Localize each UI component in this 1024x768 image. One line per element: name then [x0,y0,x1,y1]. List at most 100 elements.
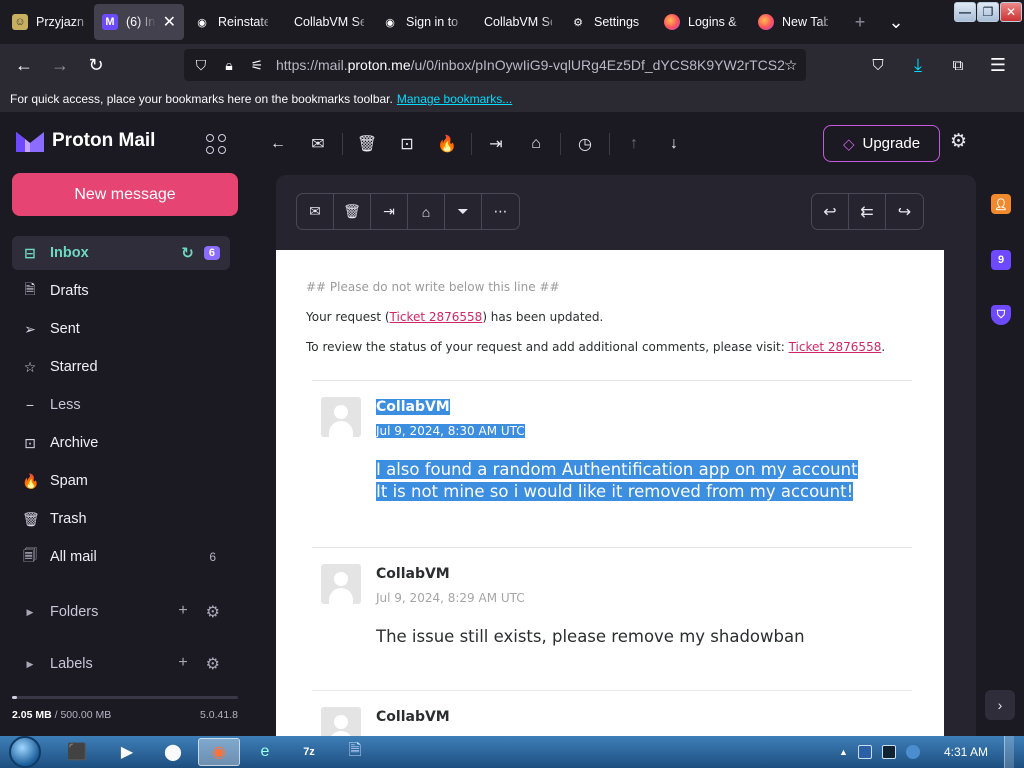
reload-button[interactable]: ↻ [78,49,114,81]
minimize-button[interactable]: — [954,2,976,22]
mark-unread-icon[interactable]: ✉ [298,126,338,162]
lock-icon[interactable]: 🔒︎ [220,57,238,74]
previous-message-icon[interactable]: ↑ [614,126,654,162]
settings-gear-icon[interactable]: ⚙ [950,130,967,153]
ticket-link[interactable]: Ticket 2876558 [390,310,483,324]
sidebar-item-trash[interactable]: 🗑 Trash [12,502,230,536]
reply-icon[interactable]: ↩ [812,194,849,229]
email-body: ## Please do not write below this line #… [276,250,944,736]
drafts-icon: 🗎 [24,281,36,297]
sidebar-item-sent[interactable]: ➢ Sent [12,312,230,346]
folders-section[interactable]: ▶ Folders + ⚙ [12,597,230,627]
forward-icon[interactable]: ↪ [886,194,923,229]
manage-bookmarks-link[interactable]: Manage bookmarks... [397,92,512,106]
close-tab-icon[interactable]: ✕ [163,12,176,32]
mark-unread-icon[interactable]: ✉ [297,194,334,229]
add-label-icon[interactable]: + [178,654,187,674]
comment-date: Jul 9, 2024, 8:30 AM UTC [376,424,525,438]
restore-button[interactable]: ❐ [977,2,999,22]
media-player-icon[interactable]: ▶ [106,738,148,766]
browser-tab[interactable]: CollabVM Se [278,4,372,40]
upgrade-button[interactable]: ◇ Upgrade [823,125,940,162]
sidebar-item-label: Less [50,397,81,413]
internet-explorer-icon[interactable]: e [244,738,286,766]
browser-tab[interactable]: New Tab [750,4,836,40]
review-status-text: To review the status of your request and… [306,340,886,354]
refresh-icon[interactable]: ↻ [181,244,194,262]
move-to-icon[interactable]: ⇥ [476,126,516,162]
sidebar-item-all-mail[interactable]: 🗐 All mail 6 [12,540,230,574]
close-window-button[interactable]: ✕ [1000,2,1022,22]
menu-icon[interactable]: ☰ [980,49,1016,81]
reply-all-icon[interactable]: ⇇ [849,194,886,229]
start-button[interactable] [4,736,46,768]
bookmark-star-icon[interactable]: ☆ [782,57,800,74]
expand-rail-icon[interactable]: › [985,690,1015,720]
trash-icon[interactable]: 🗑 [347,126,387,162]
tracking-protection-icon[interactable]: ⛉ [192,57,210,74]
7zip-icon[interactable]: 7z [288,738,330,766]
label-icon[interactable]: ⌂ [516,126,556,162]
taskbar-app-icon[interactable]: ⬤ [152,738,194,766]
comment-date: Jul 9, 2024, 8:29 AM UTC [376,591,525,605]
archive-icon[interactable]: ⊡ [387,126,427,162]
new-tab-button[interactable]: + [842,6,878,38]
calendar-icon[interactable]: 9 [991,250,1011,270]
security-shield-icon[interactable]: ⛉ [991,305,1011,325]
notepad-icon[interactable]: 🗎 [334,738,376,766]
browser-tab[interactable]: ☺Przyjazny [4,4,92,40]
move-to-icon[interactable]: ⇥ [371,194,408,229]
sidebar-item-spam[interactable]: 🔥 Spam [12,464,230,498]
tray-expand-icon[interactable]: ▲ [839,747,848,757]
add-folder-icon[interactable]: + [178,602,187,622]
back-button[interactable]: ← [6,49,42,81]
firefox-taskbar-icon[interactable]: ◉ [198,738,240,766]
ticket-link[interactable]: Ticket 2876558 [789,340,882,354]
folder-settings-icon[interactable]: ⚙ [206,602,220,622]
tray-network-icon[interactable] [881,745,896,759]
labels-section[interactable]: ▶ Labels + ⚙ [12,649,230,679]
sidebar-item-less[interactable]: − Less [12,388,230,422]
spam-icon[interactable]: 🔥 [427,126,467,162]
apps-grid-icon[interactable] [206,134,226,154]
proton-mail-logo[interactable]: Proton Mail [16,130,155,152]
show-desktop-button[interactable] [1004,736,1014,768]
taskbar-app-icon[interactable]: ⬛ [56,738,98,766]
browser-tab[interactable]: M(6) Inbox✕ [94,4,184,40]
new-message-button[interactable]: New message [12,173,238,216]
browser-tab[interactable]: ◉ Reinstate [186,4,276,40]
bookmarks-hint: For quick access, place your bookmarks h… [10,92,393,106]
snooze-icon[interactable]: ◷ [565,126,605,162]
back-to-list-icon[interactable]: ← [258,126,298,162]
browser-tab[interactable]: ⚙ Settings [562,4,654,40]
more-options-icon[interactable]: ⋯ [482,194,519,229]
tray-volume-icon[interactable] [905,745,920,759]
sidebar-item-drafts[interactable]: 🗎 Drafts [12,274,230,308]
label-settings-icon[interactable]: ⚙ [206,654,220,674]
extensions-icon[interactable]: ⧉ [940,49,976,81]
browser-tab[interactable]: CollabVM Se [468,4,560,40]
contacts-icon[interactable]: 👤︎ [991,194,1011,214]
next-message-icon[interactable]: ↓ [654,126,694,162]
trash-icon[interactable]: 🗑 [334,194,371,229]
pocket-icon[interactable]: ⛉ [860,49,896,81]
window-controls: — ❐ ✕ [954,2,1022,22]
list-all-tabs-button[interactable]: ⌄ [878,6,914,38]
forward-button[interactable]: → [42,49,78,81]
windows-taskbar: ⬛ ▶ ⬤ ◉ e 7z 🗎 ▲ 4:31 AM [0,736,1024,768]
tray-app-icon[interactable] [857,745,872,759]
browser-tab[interactable]: ◉ Sign in to [374,4,466,40]
clock[interactable]: 4:31 AM [944,745,988,759]
diamond-icon: ◇ [842,135,855,153]
sidebar-item-inbox[interactable]: ⊟ Inbox ↻ 6 [12,236,230,270]
permissions-icon[interactable]: ⚟ [248,57,266,74]
sidebar-item-archive[interactable]: ⊡ Archive [12,426,230,460]
label-icon[interactable]: ⌂ [408,194,445,229]
filter-icon[interactable]: ⏷ [445,194,482,229]
url-text[interactable]: https://mail.proton.me/u/0/inbox/pInOywI… [276,57,786,73]
downloads-icon[interactable]: ⤓ [900,49,936,81]
browser-tab[interactable]: Logins & [656,4,748,40]
url-bar[interactable]: ⛉ 🔒︎ ⚟ https://mail.proton.me/u/0/inbox/… [184,49,806,81]
app-version[interactable]: 5.0.41.8 [200,709,238,721]
sidebar-item-starred[interactable]: ☆ Starred [12,350,230,384]
